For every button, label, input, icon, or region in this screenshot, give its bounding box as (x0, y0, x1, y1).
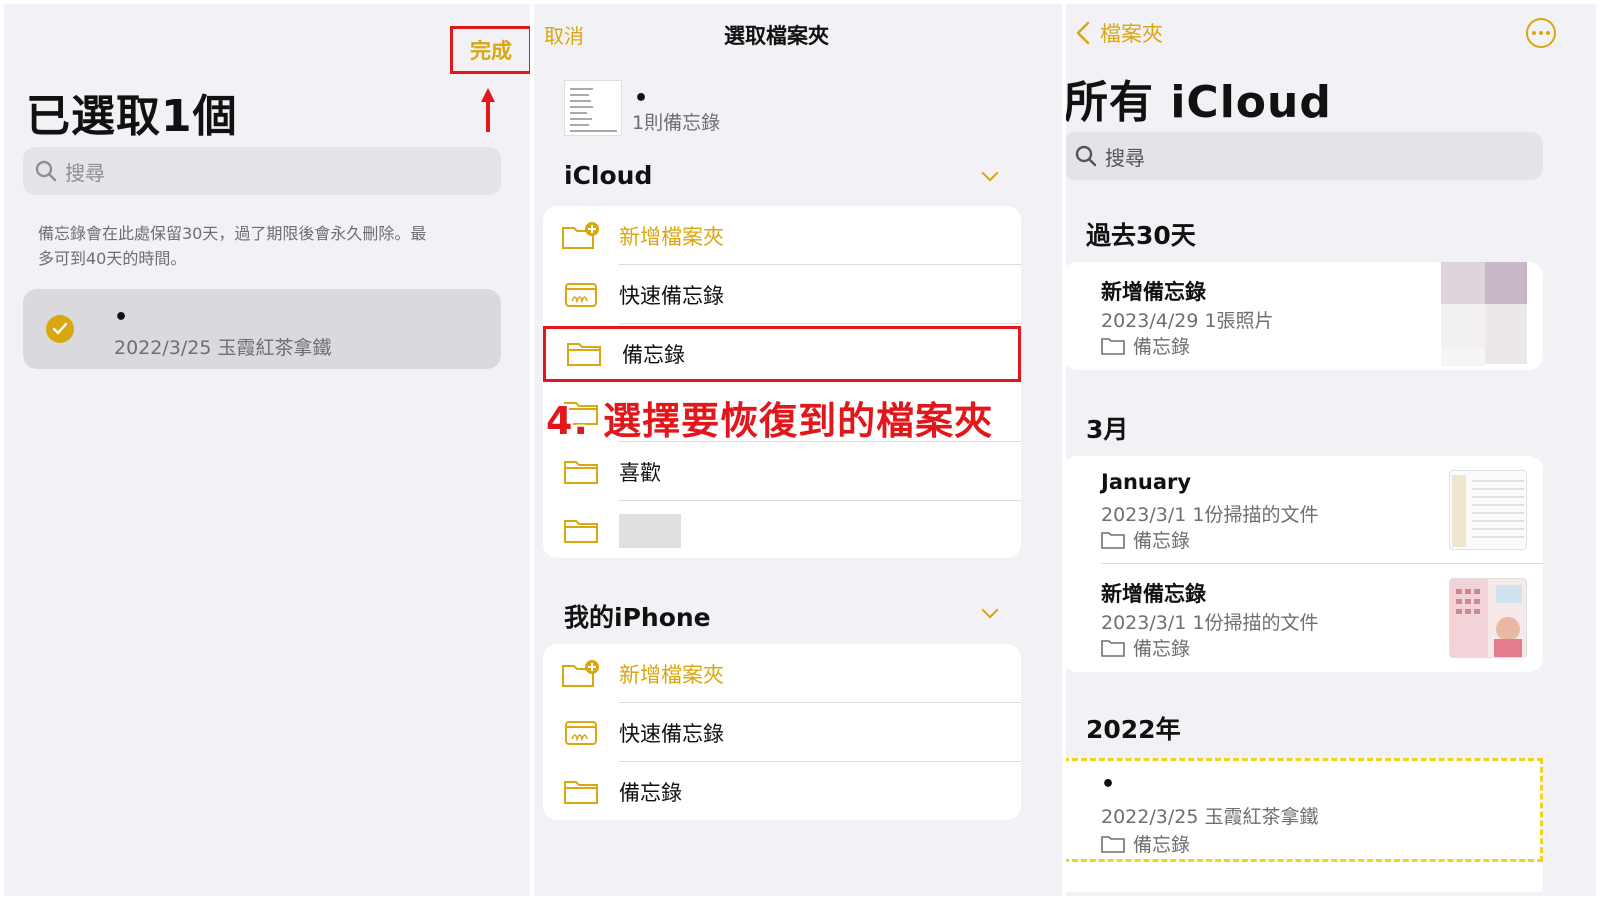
note-card[interactable]: January 2023/3/1 1份掃描的文件 備忘錄 (1066, 456, 1543, 564)
search-input[interactable]: 搜尋 (23, 147, 501, 195)
chevron-down-icon[interactable] (981, 164, 999, 182)
folder-row-new[interactable]: 新增檔案夾 (543, 206, 1021, 265)
search-input[interactable]: 搜尋 (1066, 132, 1543, 180)
page-title: 已選取1個 (26, 91, 238, 142)
note-folder-label: 備忘錄 (1133, 638, 1191, 660)
folder-icon (1101, 337, 1125, 355)
calendar-doc-thumbnail (1449, 578, 1527, 658)
folder-icon (1101, 639, 1125, 657)
section-title-icloud: iCloud (564, 161, 653, 190)
folder-row-quick-notes[interactable]: 快速備忘錄 (543, 703, 1021, 762)
quick-note-icon (565, 720, 597, 745)
scanned-doc-thumbnail (1449, 470, 1527, 550)
arrow-up-icon (481, 88, 495, 132)
note-title: • (1101, 772, 1116, 797)
note-folder-label: 備忘錄 (1133, 530, 1191, 552)
note-folder: 備忘錄 (1101, 634, 1190, 661)
back-label: 檔案夾 (1100, 22, 1163, 46)
folder-add-icon (562, 221, 599, 249)
preview-title: • (634, 86, 649, 111)
blurred-photo-thumbnail (1441, 262, 1529, 366)
note-thumbnail (564, 80, 622, 136)
selected-note-row[interactable]: • 2022/3/25 玉霞紅茶拿鐵 (23, 289, 501, 369)
note-meta: 2022/3/25 玉霞紅茶拿鐵 (1101, 806, 1319, 828)
note-folder: 備忘錄 (1101, 830, 1190, 857)
group-heading: 2022年 (1086, 715, 1181, 744)
panel-select-folder: 取消 選取檔案夾 • 1則備忘錄 iCloud 新增檔案夾 快速備忘錄 備忘錄 (534, 4, 1062, 896)
folder-label: 新增檔案夾 (619, 224, 724, 249)
folder-add-icon (562, 659, 599, 687)
hint-line: 備忘錄會在此處保留30天，過了期限後會永久刪除。最 (38, 224, 427, 243)
folder-icon (564, 519, 598, 543)
folder-icon (1101, 835, 1125, 853)
folder-row-notes[interactable]: 備忘錄 (543, 762, 1021, 820)
nav-title: 選取檔案夾 (724, 24, 829, 48)
checkmark-icon[interactable] (46, 315, 74, 343)
section-title-iphone: 我的iPhone (564, 603, 711, 632)
panel-recently-deleted: 完成 已選取1個 搜尋 備忘錄會在此處保留30天，過了期限後會永久刪除。最 多可… (4, 4, 530, 896)
note-card[interactable]: • 2022/3/25 玉霞紅茶拿鐵 備忘錄 (1066, 758, 1543, 892)
chevron-left-icon (1076, 21, 1090, 45)
retention-hint: 備忘錄會在此處保留30天，過了期限後會永久刪除。最 多可到40天的時間。 (38, 221, 426, 271)
icloud-folder-list: 新增檔案夾 快速備忘錄 備忘錄 喜歡 (543, 206, 1021, 558)
folder-label: 新增檔案夾 (619, 662, 724, 687)
note-title: 新增備忘錄 (1101, 280, 1206, 304)
note-folder: 備忘錄 (1101, 332, 1190, 359)
note-title: • (114, 305, 129, 330)
note-title: 新增備忘錄 (1101, 582, 1206, 606)
folder-icon (567, 343, 601, 366)
folder-row-redacted[interactable] (543, 501, 1021, 558)
preview-subtitle: 1則備忘錄 (632, 112, 721, 134)
folder-row-notes-highlighted[interactable]: 備忘錄 (543, 326, 1021, 382)
iphone-folder-list: 新增檔案夾 快速備忘錄 備忘錄 (543, 644, 1021, 820)
note-title: January (1101, 470, 1192, 494)
search-icon (35, 160, 57, 182)
done-button[interactable]: 完成 (450, 26, 530, 74)
tutorial-annotation: 4. 選擇要恢復到的檔案夾 (546, 399, 994, 443)
panel-all-icloud: 檔案夾 所有 iCloud 搜尋 過去30天 新增備忘錄 2023/4/29 1… (1066, 4, 1596, 896)
chevron-down-icon[interactable] (981, 601, 999, 619)
group-heading: 3月 (1086, 415, 1129, 444)
folder-row-quick-notes[interactable]: 快速備忘錄 (543, 265, 1021, 324)
folder-label: 備忘錄 (619, 780, 682, 805)
note-meta: 2023/4/29 1張照片 (1101, 310, 1274, 332)
search-placeholder: 搜尋 (1105, 145, 1145, 170)
search-icon (1075, 145, 1097, 167)
folder-row-new[interactable]: 新增檔案夾 (543, 644, 1021, 703)
back-button[interactable]: 檔案夾 (1076, 18, 1163, 48)
note-card[interactable]: 新增備忘錄 2023/4/29 1張照片 備忘錄 (1066, 262, 1543, 370)
redacted-folder-name (619, 513, 681, 548)
folder-row-favorites[interactable]: 喜歡 (543, 442, 1021, 501)
note-folder-label: 備忘錄 (1133, 336, 1191, 358)
notes-group-card: January 2023/3/1 1份掃描的文件 備忘錄 新增備忘錄 2023/… (1066, 456, 1543, 672)
note-meta: 2023/3/1 1份掃描的文件 (1101, 612, 1319, 634)
note-folder: 備忘錄 (1101, 526, 1190, 553)
search-placeholder: 搜尋 (65, 160, 105, 185)
folder-icon (564, 460, 598, 484)
folder-label: 快速備忘錄 (619, 283, 724, 308)
folder-label: 備忘錄 (622, 343, 685, 367)
group-heading: 過去30天 (1086, 221, 1196, 250)
folder-label: 快速備忘錄 (619, 721, 724, 746)
hint-line: 多可到40天的時間。 (38, 249, 187, 268)
folder-label: 喜歡 (619, 460, 661, 485)
note-meta: 2023/3/1 1份掃描的文件 (1101, 504, 1319, 526)
quick-note-icon (565, 282, 597, 307)
folder-icon (564, 780, 598, 804)
note-folder-label: 備忘錄 (1133, 834, 1191, 856)
folder-icon (1101, 531, 1125, 549)
page-title: 所有 iCloud (1066, 77, 1332, 128)
more-options-icon[interactable] (1526, 18, 1556, 48)
note-card[interactable]: 新增備忘錄 2023/3/1 1份掃描的文件 備忘錄 (1066, 564, 1543, 672)
cancel-button[interactable]: 取消 (544, 20, 584, 49)
note-meta: 2022/3/25 玉霞紅茶拿鐵 (114, 337, 332, 359)
